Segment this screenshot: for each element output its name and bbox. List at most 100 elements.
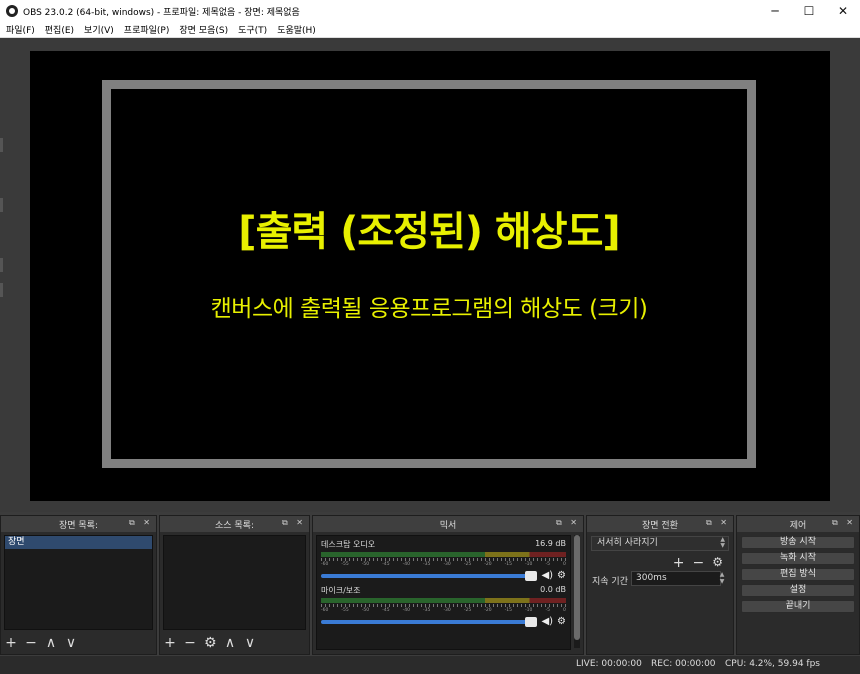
remove-scene-button[interactable]: − xyxy=(25,636,37,650)
dock-float-close-icons[interactable]: ⧉ ✕ xyxy=(282,518,306,528)
mixer-dock-title: 믹서 xyxy=(439,520,457,531)
scene-item[interactable]: 장면 xyxy=(5,536,152,549)
meter-scale xyxy=(321,604,566,607)
menu-bar: 파일(F) 편집(E) 보기(V) 프로파일(P) 장면 모음(S) 도구(T)… xyxy=(0,22,860,38)
settings-button[interactable]: 설정 xyxy=(741,584,855,597)
scenes-dock-header: 장면 목록: ⧉ ✕ xyxy=(1,516,156,532)
move-up-button[interactable]: ∧ xyxy=(224,636,236,650)
add-transition-button[interactable]: + xyxy=(673,555,685,571)
volume-slider-handle[interactable] xyxy=(525,616,538,627)
sources-toolbar: + − ⚙ ∧ ∨ xyxy=(164,636,256,650)
transitions-dock-title: 장면 전환 xyxy=(642,520,678,531)
menu-edit[interactable]: 편집(E) xyxy=(39,23,78,36)
menu-view[interactable]: 보기(V) xyxy=(78,23,118,36)
preview-canvas[interactable]: [출력 (조정된) 해상도] 캔버스에 출력될 응용프로그램의 해상도 (크기) xyxy=(30,51,830,501)
add-scene-button[interactable]: + xyxy=(5,636,17,650)
mixer-channel-mic-aux: 마이크/보조 0.0 dB -60 -55 -50 -45 -40 -35 -30 -25 -2… xyxy=(317,582,570,628)
duration-spinner-icon[interactable]: ▲ ▼ xyxy=(717,571,727,586)
menu-file[interactable]: 파일(F) xyxy=(0,23,39,36)
transition-toolbar: + − ⚙ xyxy=(673,555,723,571)
transitions-dock-header: 장면 전환 ⧉ ✕ xyxy=(587,516,733,532)
output-resolution-frame[interactable]: [출력 (조정된) 해상도] 캔버스에 출력될 응용프로그램의 해상도 (크기) xyxy=(102,80,756,468)
duration-label: 지속 기간 xyxy=(592,577,628,587)
menu-profile[interactable]: 프로파일(P) xyxy=(118,23,174,36)
transitions-dock: 장면 전환 ⧉ ✕ 서서히 사라지기 ▲ ▼ + − ⚙ 지속 기간 300ms … xyxy=(586,515,734,655)
scrollbar-thumb[interactable] xyxy=(574,535,580,640)
mixer-channel-desktop-audio: 데스크탑 오디오 16.9 dB -60 -55 -50 -45 -40 -35 -30 -2… xyxy=(317,536,570,582)
volume-slider[interactable] xyxy=(321,570,538,581)
rec-status: REC: 00:00:00 xyxy=(651,659,716,669)
transition-select[interactable]: 서서히 사라지기 ▲ ▼ xyxy=(591,536,729,551)
preview-headline: [출력 (조정된) 해상도] xyxy=(238,209,620,255)
mixer-channel-list: 데스크탑 오디오 16.9 dB -60 -55 -50 -45 -40 -35 -30 -2… xyxy=(316,535,571,650)
cpu-status: CPU: 4.2%, 59.94 fps xyxy=(725,659,820,669)
channel-level: 0.0 dB xyxy=(540,585,566,594)
transition-selected: 서서히 사라지기 xyxy=(597,538,658,548)
remove-source-button[interactable]: − xyxy=(184,636,196,650)
channel-name: 마이크/보조 xyxy=(321,586,361,595)
volume-slider-handle[interactable] xyxy=(525,570,538,581)
menu-tools[interactable]: 도구(T) xyxy=(232,23,271,36)
source-list[interactable] xyxy=(163,535,306,630)
menu-scene-collection[interactable]: 장면 모음(S) xyxy=(173,23,232,36)
channel-gear-icon[interactable]: ⚙ xyxy=(557,616,566,627)
live-status: LIVE: 00:00:00 xyxy=(576,659,642,669)
sources-dock-title: 소스 목록: xyxy=(214,520,254,531)
minimize-button[interactable]: ─ xyxy=(758,0,792,22)
menu-help[interactable]: 도움말(H) xyxy=(271,23,320,36)
edge-marker xyxy=(0,258,3,272)
volume-meter xyxy=(321,552,566,557)
dock-float-close-icons[interactable]: ⧉ ✕ xyxy=(832,518,856,528)
status-bar: LIVE: 00:00:00 REC: 00:00:00 CPU: 4.2%, … xyxy=(0,656,860,674)
sources-dock-header: 소스 목록: ⧉ ✕ xyxy=(160,516,309,532)
meter-ticks: -60 -55 -50 -45 -40 -35 -30 -25 -20 -15 -10 -5 0 xyxy=(321,608,566,613)
volume-meter xyxy=(321,598,566,603)
scenes-dock: 장면 목록: ⧉ ✕ 장면 + − ∧ ∨ xyxy=(0,515,157,655)
move-down-button[interactable]: ∨ xyxy=(244,636,256,650)
preview-area: [출력 (조정된) 해상도] 캔버스에 출력될 응용프로그램의 해상도 (크기) xyxy=(0,38,860,512)
window-title: OBS 23.0.2 (64-bit, windows) - 프로파일: 제목없… xyxy=(23,7,300,18)
duration-input[interactable]: 300ms xyxy=(631,571,721,586)
controls-dock: 제어 ⧉ ✕ 방송 시작 녹화 시작 편집 방식 설정 끝내기 xyxy=(736,515,860,655)
edge-marker xyxy=(0,198,3,212)
controls-dock-header: 제어 ⧉ ✕ xyxy=(737,516,859,532)
title-bar: OBS 23.0.2 (64-bit, windows) - 프로파일: 제목없… xyxy=(0,0,860,22)
source-properties-gear-icon[interactable]: ⚙ xyxy=(204,636,217,650)
remove-transition-button[interactable]: − xyxy=(693,555,705,571)
preview-subline: 캔버스에 출력될 응용프로그램의 해상도 (크기) xyxy=(210,296,648,322)
exit-button[interactable]: 끝내기 xyxy=(741,600,855,613)
mixer-dock-header: 믹서 ⧉ ✕ xyxy=(313,516,583,532)
scene-list[interactable]: 장면 xyxy=(4,535,153,630)
channel-name: 데스크탑 오디오 xyxy=(321,540,376,549)
meter-scale xyxy=(321,558,566,561)
sources-dock: 소스 목록: ⧉ ✕ + − ⚙ ∧ ∨ xyxy=(159,515,310,655)
start-recording-button[interactable]: 녹화 시작 xyxy=(741,552,855,565)
edge-marker xyxy=(0,138,3,152)
dock-float-close-icons[interactable]: ⧉ ✕ xyxy=(129,518,153,528)
obs-logo-icon xyxy=(6,5,18,17)
dock-float-close-icons[interactable]: ⧉ ✕ xyxy=(706,518,730,528)
dock-area: 장면 목록: ⧉ ✕ 장면 + − ∧ ∨ 소스 목록: ⧉ ✕ + − ⚙ ∧… xyxy=(0,515,860,655)
mixer-dock: 믹서 ⧉ ✕ 데스크탑 오디오 16.9 dB -60 -55 -50 -45 -40-… xyxy=(312,515,584,655)
close-button[interactable]: ✕ xyxy=(826,0,860,22)
edge-marker xyxy=(0,283,3,297)
speaker-icon[interactable]: ◀) xyxy=(541,570,553,581)
transition-gear-icon[interactable]: ⚙ xyxy=(712,555,723,571)
controls-dock-title: 제어 xyxy=(789,520,807,531)
add-source-button[interactable]: + xyxy=(164,636,176,650)
speaker-icon[interactable]: ◀) xyxy=(541,616,553,627)
select-arrows-icon: ▲ ▼ xyxy=(720,536,725,549)
studio-mode-button[interactable]: 편집 방식 xyxy=(741,568,855,581)
start-streaming-button[interactable]: 방송 시작 xyxy=(741,536,855,549)
scenes-toolbar: + − ∧ ∨ xyxy=(5,636,77,650)
channel-level: 16.9 dB xyxy=(535,539,566,548)
move-up-button[interactable]: ∧ xyxy=(45,636,57,650)
maximize-button[interactable]: ☐ xyxy=(792,0,826,22)
meter-ticks: -60 -55 -50 -45 -40 -35 -30 -25 -20 -15 -10 -5 0 xyxy=(321,562,566,567)
scenes-dock-title: 장면 목록: xyxy=(58,520,98,531)
volume-slider[interactable] xyxy=(321,616,538,627)
move-down-button[interactable]: ∨ xyxy=(65,636,77,650)
dock-float-close-icons[interactable]: ⧉ ✕ xyxy=(556,518,580,528)
channel-gear-icon[interactable]: ⚙ xyxy=(557,570,566,581)
mixer-scrollbar[interactable] xyxy=(574,535,580,648)
